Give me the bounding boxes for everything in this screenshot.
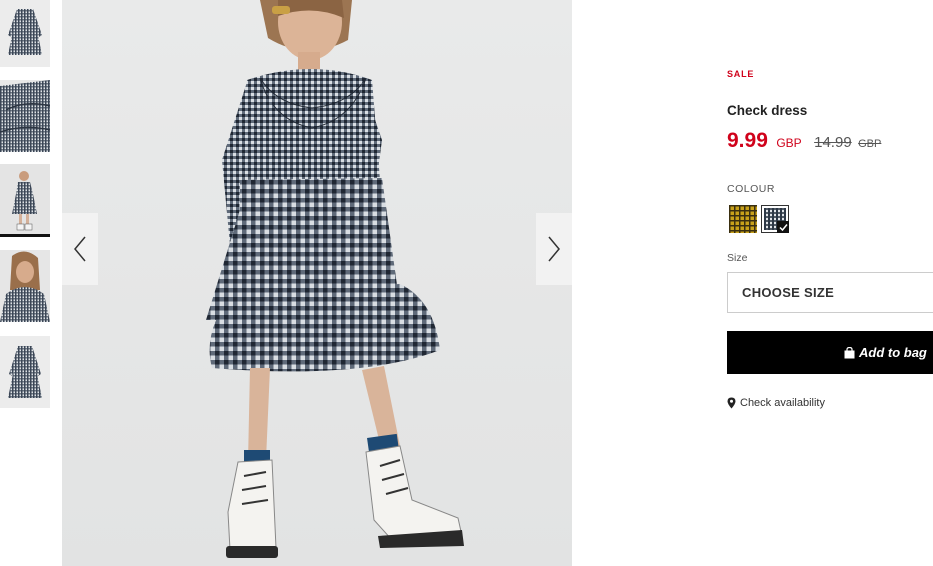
location-pin-icon	[727, 397, 736, 409]
thumbnail-dress-back[interactable]	[0, 336, 50, 408]
check-availability-label: Check availability	[740, 397, 825, 409]
thumbnail-dress-front[interactable]	[0, 0, 50, 67]
colour-swatch-yellow-check[interactable]	[729, 205, 757, 233]
sale-price-currency: GBP	[776, 136, 802, 150]
thumbnail-model-full[interactable]	[0, 164, 50, 236]
shopping-bag-icon	[844, 346, 855, 358]
colour-label: COLOUR	[727, 183, 775, 195]
chevron-left-icon	[74, 236, 86, 262]
active-thumbnail-indicator	[0, 234, 50, 237]
check-availability-link[interactable]: Check availability	[727, 397, 825, 409]
price-row: 9.99 GBP 14.99 GBP	[727, 129, 881, 153]
size-label: Size	[727, 252, 748, 264]
selected-check-icon	[777, 221, 789, 233]
colour-swatch-navy-check[interactable]	[761, 205, 789, 233]
add-to-bag-button[interactable]: Add to bag	[727, 331, 933, 374]
sale-badge: SALE	[727, 69, 755, 79]
size-select-placeholder: CHOOSE SIZE	[742, 285, 835, 300]
main-product-image	[62, 0, 572, 566]
original-price: 14.99	[814, 134, 852, 151]
product-title: Check dress	[727, 103, 808, 118]
original-price-currency: GBP	[858, 138, 882, 150]
next-image-button[interactable]	[536, 213, 572, 285]
previous-image-button[interactable]	[62, 213, 98, 285]
chevron-right-icon	[548, 236, 560, 262]
add-to-bag-label: Add to bag	[859, 345, 927, 360]
sale-price: 9.99	[727, 129, 768, 152]
size-select[interactable]: CHOOSE SIZE	[727, 272, 933, 313]
thumbnail-dress-detail[interactable]	[0, 80, 50, 152]
thumbnail-model-closeup[interactable]	[0, 250, 50, 322]
product-photo	[206, 0, 464, 558]
